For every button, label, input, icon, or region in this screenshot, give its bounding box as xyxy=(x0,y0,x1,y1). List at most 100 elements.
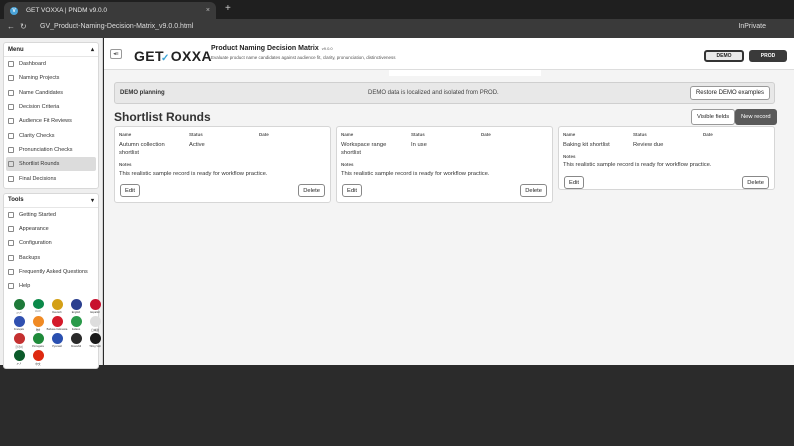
demo-button[interactable]: DEMO xyxy=(704,50,744,62)
logo: GET✓OXXA xyxy=(134,48,213,64)
language-label: Español xyxy=(90,311,100,315)
language-option[interactable]: Deutsch xyxy=(48,299,66,315)
language-option[interactable]: বাংলা xyxy=(29,299,47,315)
date-label: Date xyxy=(703,132,713,137)
page-icon xyxy=(8,61,14,68)
page-icon xyxy=(8,89,14,96)
language-option[interactable]: Kiswahili xyxy=(67,333,85,349)
delete-button[interactable]: Delete xyxy=(298,184,325,197)
sidebar-item-label: Appearance xyxy=(19,226,49,233)
sidebar-item[interactable]: Help xyxy=(4,279,98,293)
sidebar-item[interactable]: Pronunciation Checks xyxy=(4,143,98,157)
language-label: Tiếng Việt xyxy=(89,345,101,349)
language-option[interactable]: English xyxy=(67,299,85,315)
sidebar-item-label: Decision Criteria xyxy=(19,104,60,111)
sidebar-item-label: Backups xyxy=(19,254,41,261)
tools-title: Tools xyxy=(8,197,24,204)
sidebar-item[interactable]: Audience Fit Reviews xyxy=(4,114,98,128)
inprivate-badge[interactable]: InPrivate xyxy=(738,23,766,30)
check-mark-icon: ✓ xyxy=(160,53,170,64)
sidebar-item[interactable]: Configuration xyxy=(4,236,98,250)
notes-label: Notes xyxy=(563,154,576,159)
language-option[interactable]: हिंदी xyxy=(29,316,47,332)
menu-section: Menu ▴ Dashboard Naming Projects Name Cand… xyxy=(3,42,99,189)
close-tab-icon[interactable]: × xyxy=(206,7,210,14)
page-icon xyxy=(8,118,14,125)
flag-icon xyxy=(51,299,63,311)
app-title-block: Product Naming Decision Matrix v9.0.0 Eva… xyxy=(211,45,396,60)
reload-icon[interactable]: ↻ xyxy=(20,22,27,31)
sidebar-item-label: Frequently Asked Questions xyxy=(19,269,88,275)
language-option[interactable]: اردو xyxy=(10,350,28,366)
visible-fields-button[interactable]: Visible fields xyxy=(691,109,736,125)
language-option[interactable]: 한국어 xyxy=(10,333,28,349)
menu-title: Menu xyxy=(8,46,24,53)
sidebar-item[interactable]: Shortlist Rounds xyxy=(6,157,96,172)
restore-demo-button[interactable]: Restore DEMO examples xyxy=(689,86,770,100)
app-title: Product Naming Decision Matrix v9.0.0 xyxy=(211,45,333,52)
sidebar-item-label: Shortlist Rounds xyxy=(19,161,60,168)
language-picker: عربي বাংলা Deutsch English Español Français हि… xyxy=(10,299,101,366)
sidebar-item[interactable]: Naming Projects xyxy=(4,71,98,85)
browser-tabbar: V GET VOXXA | PNDM v9.0.0 × + xyxy=(0,0,794,19)
prod-button[interactable]: PROD xyxy=(749,50,787,62)
name-label: Name xyxy=(119,132,132,137)
flag-icon xyxy=(70,299,82,311)
new-record-button[interactable]: New record xyxy=(735,109,777,125)
language-label: हिंदी xyxy=(35,329,41,333)
sidebar-item[interactable]: Name Candidates xyxy=(4,86,98,100)
flag-icon xyxy=(32,333,44,345)
language-option[interactable]: Français xyxy=(10,316,28,332)
record-name: Workspace range shortlist xyxy=(341,142,387,156)
chevron-down-icon[interactable]: ▾ xyxy=(91,197,94,204)
back-icon[interactable]: ← xyxy=(7,22,15,31)
tab-title: GET VOXXA | PNDM v9.0.0 xyxy=(26,7,108,14)
language-option[interactable]: Português xyxy=(29,333,47,349)
page-icon xyxy=(8,104,14,111)
record-card: Name Status Date Workspace range shortlist In… xyxy=(336,126,553,203)
flag-icon xyxy=(13,316,25,328)
status-label: Status xyxy=(189,132,203,137)
page-icon xyxy=(8,175,14,182)
sidebar-item[interactable]: Backups xyxy=(4,251,98,265)
edit-button[interactable]: Edit xyxy=(564,176,584,189)
flag-icon xyxy=(32,350,44,362)
url-field[interactable]: GV_Product-Naming-Decision-Matrix_v9.0.0… xyxy=(40,23,193,30)
language-option[interactable]: عربي xyxy=(10,299,28,315)
sidebar-item[interactable]: Dashboard xyxy=(4,57,98,71)
sidebar-item[interactable]: Final Decisions xyxy=(4,171,98,185)
delete-button[interactable]: Delete xyxy=(520,184,547,197)
sidebar-item-label: Clarity Checks xyxy=(19,132,55,139)
browser-tab[interactable]: V GET VOXXA | PNDM v9.0.0 × xyxy=(4,2,216,19)
sidebar-item[interactable]: Appearance xyxy=(4,222,98,236)
language-option[interactable]: 中文 xyxy=(29,350,47,366)
menu-header[interactable]: Menu ▴ xyxy=(4,43,98,57)
sidebar-item[interactable]: Getting Started xyxy=(4,208,98,222)
sidebar-item[interactable]: Frequently Asked Questions xyxy=(4,265,98,279)
delete-button[interactable]: Delete xyxy=(742,176,769,189)
chevron-up-icon[interactable]: ▴ xyxy=(91,46,94,53)
sidebar-item[interactable]: Decision Criteria xyxy=(4,100,98,114)
language-label: 中文 xyxy=(35,363,41,367)
collapse-sidebar-button[interactable]: ◂≡ xyxy=(110,49,122,59)
edit-button[interactable]: Edit xyxy=(342,184,362,197)
page-icon xyxy=(8,161,14,168)
flag-icon xyxy=(89,299,101,311)
language-option[interactable]: Русский xyxy=(48,333,66,349)
tool-icon xyxy=(8,283,14,290)
tools-header[interactable]: Tools ▾ xyxy=(4,194,98,208)
sidebar-item[interactable]: Clarity Checks xyxy=(4,128,98,142)
edit-button[interactable]: Edit xyxy=(120,184,140,197)
language-option[interactable]: Bahasa Indonesia xyxy=(47,316,67,332)
sidebar-item-label: Naming Projects xyxy=(19,75,60,82)
language-option[interactable]: Español xyxy=(86,299,104,315)
language-option[interactable]: Tiếng Việt xyxy=(86,333,104,349)
status-label: Status xyxy=(633,132,647,137)
header-tab-strip xyxy=(389,70,541,76)
flag-icon xyxy=(32,299,44,310)
language-option[interactable]: 日本語 xyxy=(86,316,104,332)
new-tab-icon[interactable]: + xyxy=(225,3,231,14)
language-option[interactable]: Italiano xyxy=(67,316,85,332)
empty-area xyxy=(103,365,794,446)
date-label: Date xyxy=(481,132,491,137)
